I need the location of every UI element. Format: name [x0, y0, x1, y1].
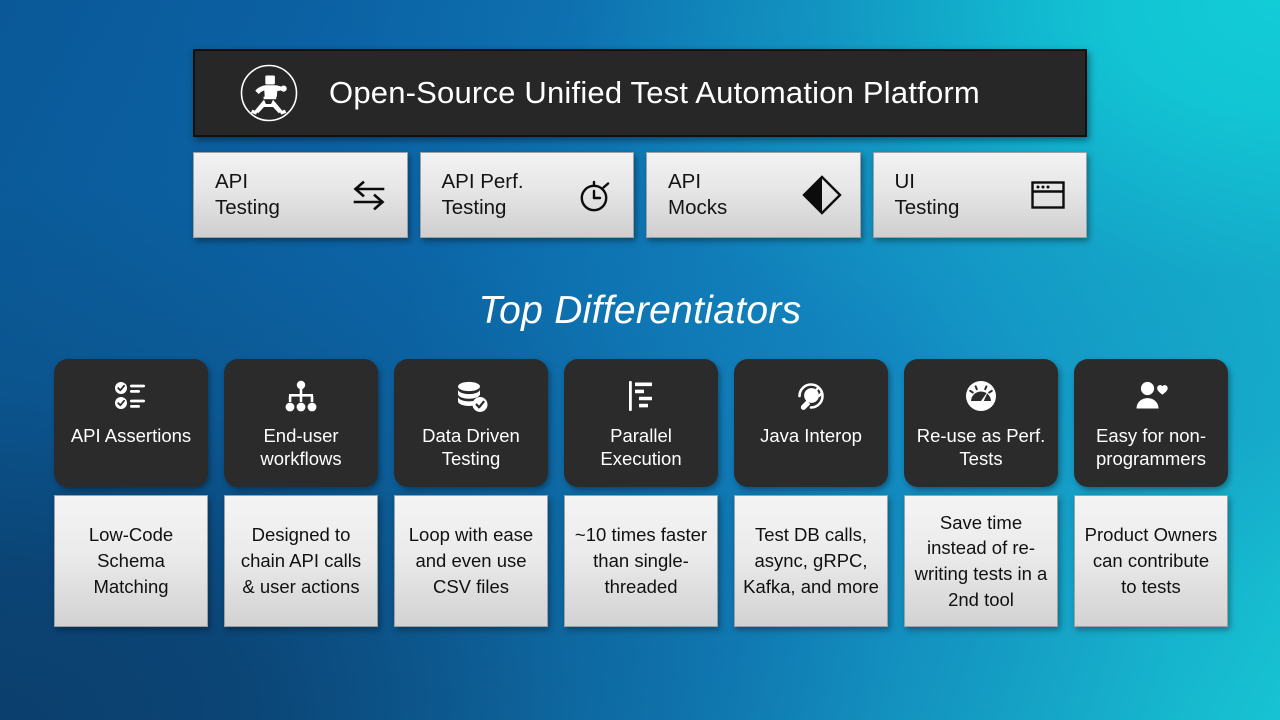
header-title: Open-Source Unified Test Automation Plat…: [329, 75, 980, 110]
half-filled-diamond-icon: [800, 173, 844, 217]
differentiator-detail: Designed to chain API calls & user actio…: [240, 524, 362, 597]
differentiator-title: End-user workflows: [260, 425, 342, 469]
differentiator-card-data-driven-testing[interactable]: Data Driven Testing: [394, 359, 548, 487]
differentiator-column-java-interop: Java Interop Test DB calls, async, gRPC,…: [734, 359, 888, 627]
differentiator-card-parallel-execution[interactable]: Parallel Execution: [564, 359, 718, 487]
differentiator-detail: ~10 times faster than single-threaded: [574, 524, 708, 597]
differentiator-detail-card-end-user-workflows[interactable]: Designed to chain API calls & user actio…: [224, 495, 378, 627]
differentiator-card-api-assertions[interactable]: API Assertions: [54, 359, 208, 487]
org-chart-icon: [282, 377, 320, 415]
differentiator-column-easy-for-non-programmers: Easy for non-programmers Product Owners …: [1074, 359, 1228, 627]
differentiator-card-easy-for-non-programmers[interactable]: Easy for non-programmers: [1074, 359, 1228, 487]
differentiator-card-reuse-as-perf-tests[interactable]: Re-use as Perf. Tests: [904, 359, 1058, 487]
differentiator-column-reuse-as-perf-tests: Re-use as Perf. Tests Save time instead …: [904, 359, 1058, 627]
differentiator-column-api-assertions: API Assertions Low-Code Schema Matching: [54, 359, 208, 627]
differentiator-detail-card-reuse-as-perf-tests[interactable]: Save time instead of re-writing tests in…: [904, 495, 1058, 627]
karate-figure-icon: [237, 61, 301, 125]
differentiators-grid: API Assertions Low-Code Schema Matching: [54, 359, 1228, 627]
stopwatch-icon: [573, 173, 617, 217]
differentiator-title: Re-use as Perf. Tests: [916, 425, 1046, 469]
slide-canvas: Open-Source Unified Test Automation Plat…: [0, 0, 1280, 720]
differentiator-detail-card-api-assertions[interactable]: Low-Code Schema Matching: [54, 495, 208, 627]
checklist-icon: [112, 377, 150, 415]
differentiator-title: Data Driven Testing: [422, 425, 520, 469]
differentiator-detail: Save time instead of re-writing tests in…: [914, 511, 1048, 610]
power-plug-icon: [792, 377, 830, 415]
capability-label: API Testing: [215, 169, 280, 219]
differentiator-detail: Loop with ease and even use CSV files: [408, 524, 534, 597]
differentiator-detail-card-easy-for-non-programmers[interactable]: Product Owners can contribute to tests: [1074, 495, 1228, 627]
capability-card-ui-testing[interactable]: UI Testing: [872, 152, 1087, 238]
database-check-icon: [452, 377, 490, 415]
gantt-bars-icon: [622, 377, 660, 415]
differentiator-title: Easy for non-programmers: [1095, 425, 1207, 469]
differentiator-detail: Low-Code Schema Matching: [88, 524, 174, 597]
browser-window-icon: [1026, 173, 1070, 217]
capability-card-api-testing[interactable]: API Testing: [193, 152, 408, 238]
capability-label: UI Testing: [894, 169, 960, 219]
differentiator-detail: Product Owners can contribute to tests: [1084, 524, 1218, 597]
differentiator-title: Java Interop: [760, 425, 862, 446]
capability-label: API Perf. Testing: [441, 169, 524, 219]
capability-card-api-perf-testing[interactable]: API Perf. Testing: [419, 152, 634, 238]
page-title: Top Differentiators: [478, 289, 802, 332]
differentiator-column-parallel-execution: Parallel Execution ~10 times faster than…: [564, 359, 718, 627]
differentiator-detail-card-parallel-execution[interactable]: ~10 times faster than single-threaded: [564, 495, 718, 627]
differentiator-title: API Assertions: [70, 425, 192, 446]
differentiator-column-end-user-workflows: End-user workflows Designed to chain API…: [224, 359, 378, 627]
differentiator-detail-card-data-driven-testing[interactable]: Loop with ease and even use CSV files: [394, 495, 548, 627]
exchange-arrows-icon: [347, 173, 391, 217]
capability-label: API Mocks: [668, 169, 728, 219]
differentiator-card-end-user-workflows[interactable]: End-user workflows: [224, 359, 378, 487]
differentiator-detail: Test DB calls, async, gRPC, Kafka, and m…: [743, 524, 879, 597]
header-banner: Open-Source Unified Test Automation Plat…: [193, 49, 1087, 137]
differentiator-card-java-interop[interactable]: Java Interop: [734, 359, 888, 487]
capability-row: API Testing API Perf. Testing API Mocks …: [193, 152, 1087, 238]
gauge-icon: [962, 377, 1000, 415]
differentiator-detail-card-java-interop[interactable]: Test DB calls, async, gRPC, Kafka, and m…: [734, 495, 888, 627]
person-heart-icon: [1132, 377, 1170, 415]
differentiator-title: Parallel Execution: [600, 425, 682, 469]
capability-card-api-mocks[interactable]: API Mocks: [646, 152, 861, 238]
differentiator-column-data-driven-testing: Data Driven Testing Loop with ease and e…: [394, 359, 548, 627]
